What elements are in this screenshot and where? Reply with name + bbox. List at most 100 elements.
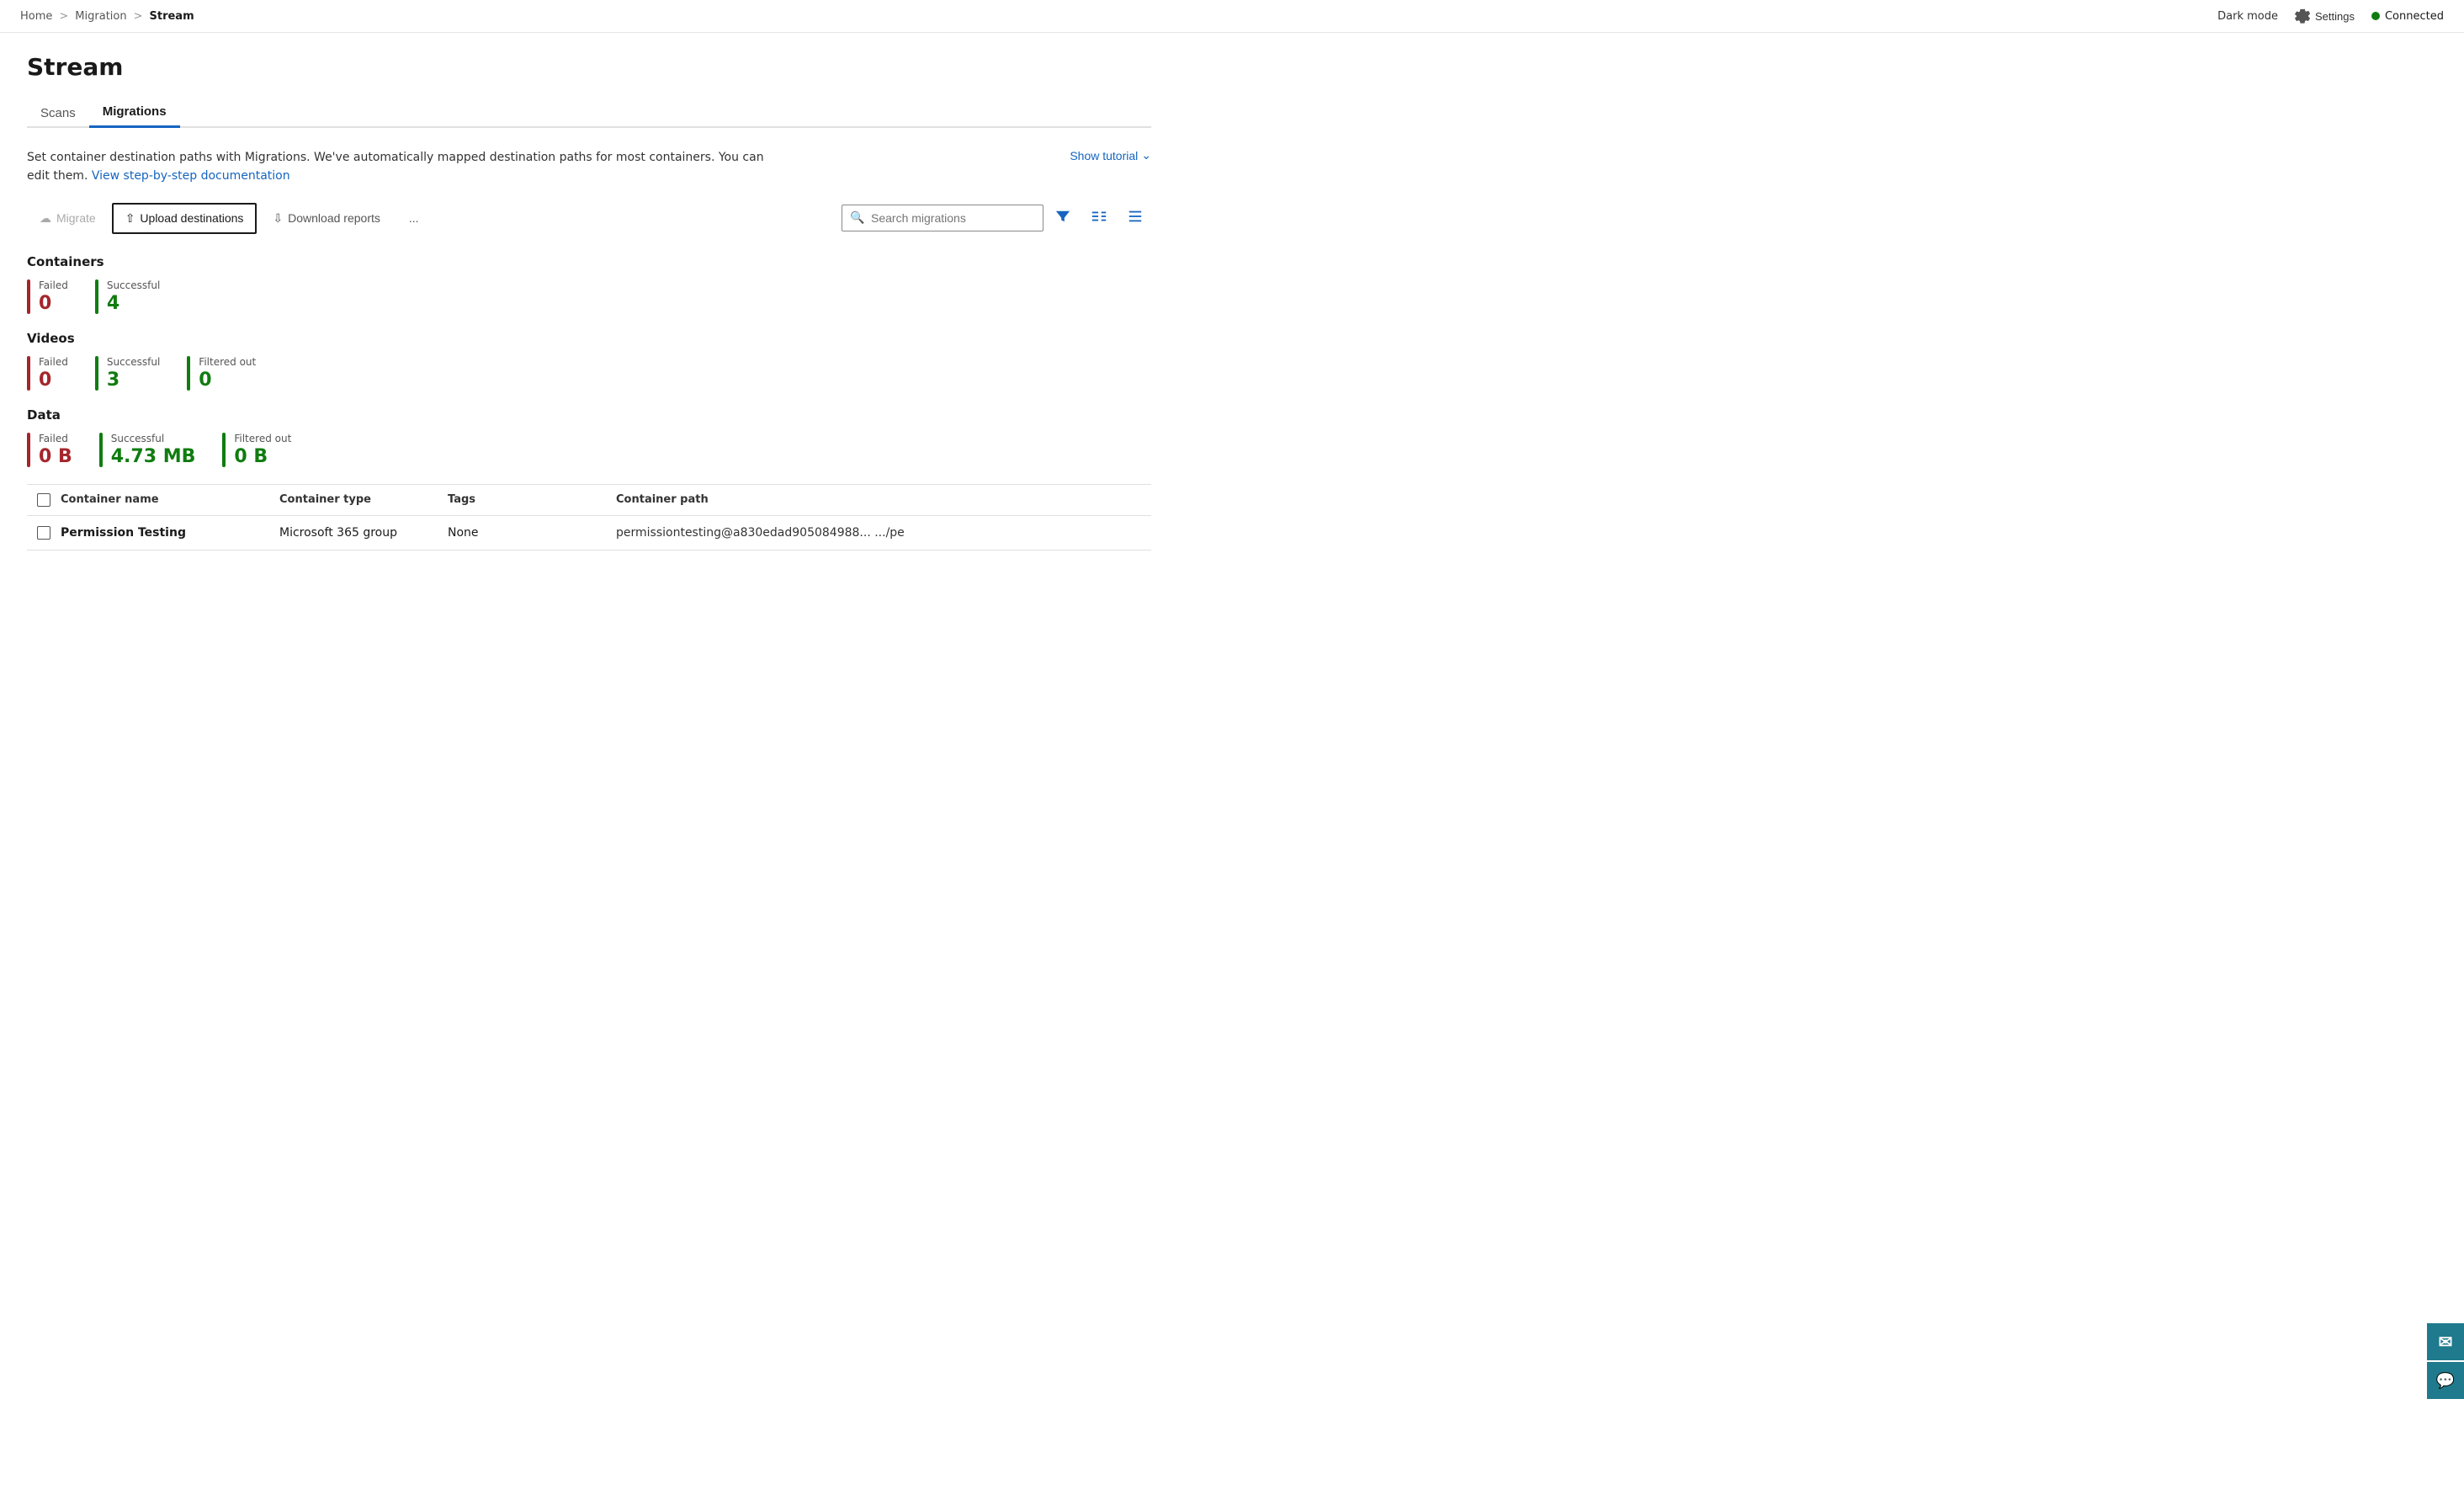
videos-stats: Videos Failed 0 Successful 3 Filtered [27,331,1151,391]
filter-icon [1055,209,1070,224]
connected-status: Connected [2371,10,2444,23]
videos-title: Videos [27,331,1151,346]
more-options-button[interactable]: ... [396,204,432,232]
videos-filtered: Filtered out 0 [187,356,256,391]
description-text: Set container destination paths with Mig… [27,148,784,186]
stat-bar-red [27,279,30,314]
stat-bar-red3 [27,433,30,467]
data-failed-label: Failed [39,433,72,444]
videos-successful-label: Successful [107,356,160,368]
filter-button[interactable] [1047,203,1079,234]
select-all-checkbox[interactable] [37,493,50,507]
videos-stats-row: Failed 0 Successful 3 Filtered out 0 [27,356,1151,391]
videos-failed: Failed 0 [27,356,68,391]
settings-button[interactable]: Settings [2295,8,2355,24]
breadcrumb: Home > Migration > Stream [20,10,194,23]
row-container-path: permissiontesting@a830edad905084988... .… [616,526,1151,540]
main-content: Stream Scans Migrations Set container de… [0,33,1178,571]
group-button[interactable] [1082,203,1116,234]
connected-dot [2371,12,2380,20]
stat-bar-green2 [95,356,98,391]
chat-icon: 💬 [2436,1372,2455,1390]
containers-failed: Failed 0 [27,279,68,314]
data-successful-label: Successful [111,433,196,444]
header-container-type: Container type [279,493,448,507]
row-container-type: Microsoft 365 group [279,526,448,540]
help-button[interactable]: ✉ [2427,1323,2464,1360]
containers-title: Containers [27,254,1151,269]
dark-mode-label: Dark mode [2217,10,2278,23]
stat-bar-green5 [222,433,226,467]
docs-link[interactable]: View step-by-step documentation [92,169,290,183]
breadcrumb-sep1: > [59,10,68,23]
show-tutorial-button[interactable]: Show tutorial ⌄ [1070,148,1151,162]
header-checkbox-cell [27,493,61,507]
breadcrumb-current: Stream [150,10,194,23]
data-filtered-label: Filtered out [234,433,291,444]
videos-successful: Successful 3 [95,356,160,391]
stat-bar-red2 [27,356,30,391]
search-input[interactable] [842,205,1043,231]
table-header: Container name Container type Tags Conta… [27,485,1151,516]
upload-icon: ⇧ [125,211,135,226]
containers-stats-row: Failed 0 Successful 4 [27,279,1151,314]
settings-label: Settings [2315,10,2355,23]
columns-button[interactable] [1119,203,1151,234]
data-successful-value: 4.73 MB [111,446,196,467]
row-container-name: Permission Testing [61,526,279,540]
data-failed-value: 0 B [39,446,72,467]
search-container: 🔍 [842,205,1043,231]
chevron-down-icon: ⌄ [1141,148,1151,162]
group-icon [1091,209,1107,224]
right-sidebar: ✉ 💬 [2427,1323,2464,1399]
data-stats-row: Failed 0 B Successful 4.73 MB Filtered o… [27,433,1151,467]
page-title: Stream [27,53,1151,81]
data-failed: Failed 0 B [27,433,72,467]
stat-bar-green3 [187,356,190,391]
containers-successful-value: 4 [107,293,160,314]
top-bar: Home > Migration > Stream Dark mode Sett… [0,0,2464,33]
containers-stats: Containers Failed 0 Successful 4 [27,254,1151,314]
toolbar: ☁ Migrate ⇧ Upload destinations ⇩ Downlo… [27,203,1151,234]
header-container-path: Container path [616,493,1151,507]
columns-icon [1128,209,1143,224]
tab-migrations[interactable]: Migrations [89,98,180,128]
download-reports-button[interactable]: ⇩ Download reports [260,204,392,233]
upload-destinations-button[interactable]: ⇧ Upload destinations [112,203,258,234]
containers-failed-value: 0 [39,293,68,314]
videos-filtered-value: 0 [199,370,256,391]
chat-button[interactable]: 💬 [2427,1362,2464,1399]
download-icon: ⇩ [273,211,283,226]
migrations-table: Container name Container type Tags Conta… [27,484,1151,551]
containers-failed-label: Failed [39,279,68,291]
videos-failed-label: Failed [39,356,68,368]
data-filtered-value: 0 B [234,446,291,467]
more-icon: ... [409,211,419,225]
breadcrumb-home[interactable]: Home [20,10,52,23]
breadcrumb-sep2: > [134,10,143,23]
migrate-button[interactable]: ☁ Migrate [27,204,109,233]
data-successful: Successful 4.73 MB [99,433,196,467]
help-icon: ✉ [2439,1332,2453,1353]
row-checkbox-cell [27,526,61,540]
gear-icon [2295,8,2310,24]
videos-failed-value: 0 [39,370,68,391]
data-title: Data [27,407,1151,423]
breadcrumb-migration[interactable]: Migration [75,10,126,23]
tabs-container: Scans Migrations [27,98,1151,128]
cloud-upload-icon: ☁ [40,211,51,226]
table-row: Permission Testing Microsoft 365 group N… [27,516,1151,551]
videos-filtered-label: Filtered out [199,356,256,368]
header-tags: Tags [448,493,616,507]
connected-label: Connected [2385,10,2444,23]
description-section: Set container destination paths with Mig… [27,148,1151,186]
row-tags: None [448,526,616,540]
containers-successful: Successful 4 [95,279,160,314]
data-stats: Data Failed 0 B Successful 4.73 MB Fil [27,407,1151,467]
tab-scans[interactable]: Scans [27,98,89,128]
header-container-name: Container name [61,493,279,507]
search-icon: 🔍 [850,211,864,225]
row-checkbox[interactable] [37,526,50,540]
top-bar-right: Dark mode Settings Connected [2217,8,2444,24]
containers-successful-label: Successful [107,279,160,291]
